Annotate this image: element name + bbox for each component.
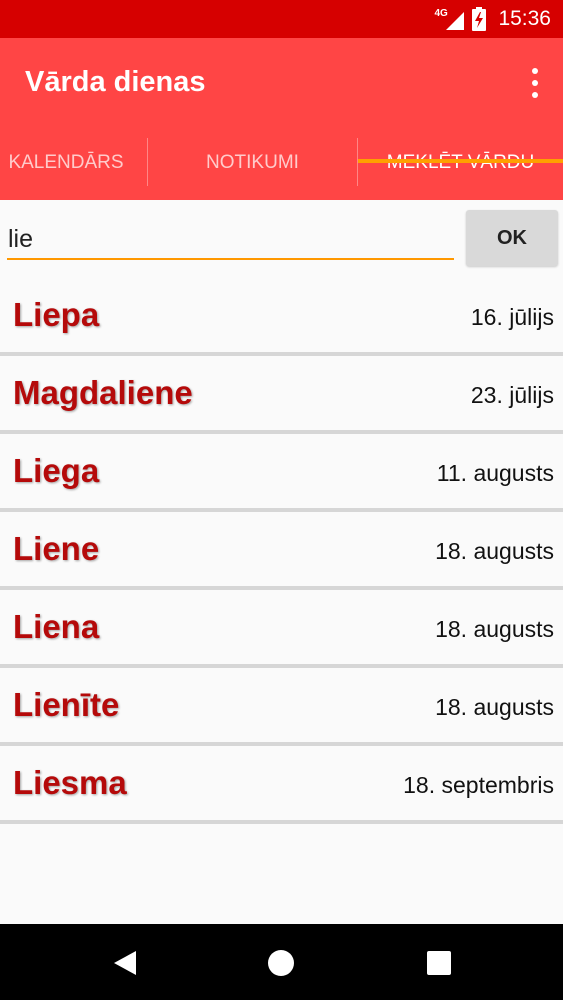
date-label: 23. jūlijs	[470, 382, 554, 408]
tab-indicator	[358, 159, 563, 163]
name-label: Liene	[13, 530, 100, 567]
date-label: 11. augusts	[436, 460, 554, 486]
date-label: 18. augusts	[435, 538, 554, 564]
app-title: Vārda dienas	[25, 66, 206, 98]
date-label: 18. septembris	[403, 772, 554, 798]
ok-button[interactable]: OK	[466, 210, 558, 266]
name-label: Liepa	[13, 296, 100, 333]
tab-search-name[interactable]: MEKLĒT VĀRDU	[358, 138, 563, 200]
app-bar: Vārda dienas KALENDĀRS NOTIKUMI MEKLĒT V…	[0, 38, 563, 200]
battery-charging-icon	[472, 7, 487, 31]
home-icon[interactable]	[266, 948, 296, 978]
list-item[interactable]: Liega 11. augusts	[0, 434, 563, 512]
tab-calendar[interactable]: KALENDĀRS	[0, 138, 147, 200]
search-row: OK	[0, 200, 563, 278]
overflow-menu-icon[interactable]	[525, 68, 545, 98]
tab-events[interactable]: NOTIKUMI	[148, 138, 357, 200]
list-item[interactable]: Liesma 18. septembris	[0, 746, 563, 824]
list-item[interactable]: Liena 18. augusts	[0, 590, 563, 668]
date-label: 18. augusts	[435, 616, 554, 642]
status-bar: 4G 15:36	[0, 0, 563, 38]
list-item[interactable]: Liepa 16. jūlijs	[0, 278, 563, 356]
status-icons: 4G 15:36	[434, 0, 551, 38]
date-label: 16. jūlijs	[470, 304, 554, 330]
name-label: Magdaliene	[13, 374, 193, 411]
navigation-bar	[0, 924, 563, 1000]
name-label: Liesma	[13, 764, 127, 801]
name-label: Liena	[13, 608, 100, 645]
name-label: Lienīte	[13, 686, 120, 723]
name-label: Liega	[13, 452, 100, 489]
signal-icon: 4G	[434, 6, 465, 32]
list-item[interactable]: Liene 18. augusts	[0, 512, 563, 590]
date-label: 18. augusts	[435, 694, 554, 720]
results-list: Liepa 16. jūlijs Magdaliene 23. jūlijs L…	[0, 278, 563, 824]
clock: 15:36	[498, 7, 551, 30]
search-input[interactable]	[7, 220, 454, 260]
back-icon[interactable]	[110, 948, 140, 978]
list-item[interactable]: Lienīte 18. augusts	[0, 668, 563, 746]
list-item[interactable]: Magdaliene 23. jūlijs	[0, 356, 563, 434]
tab-bar: KALENDĀRS NOTIKUMI MEKLĒT VĀRDU	[0, 138, 563, 200]
recents-icon[interactable]	[424, 948, 454, 978]
